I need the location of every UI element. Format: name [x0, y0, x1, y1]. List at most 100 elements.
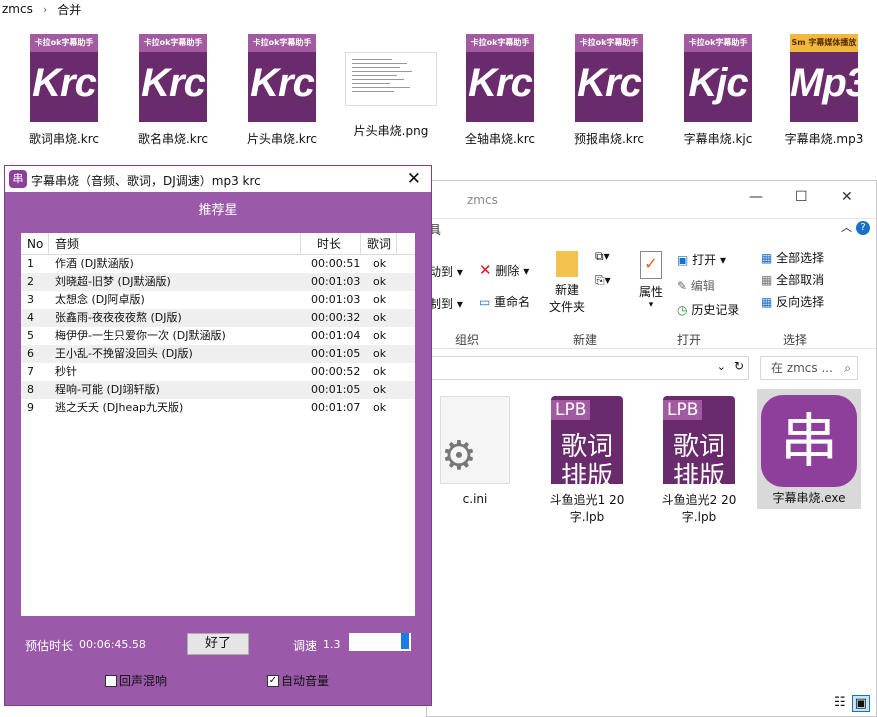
table-row[interactable]: 3 太想念 (DJ阿卓版) 00:01:03 ok — [21, 291, 415, 309]
cell-lyr: ok — [373, 293, 387, 306]
copy-to-button[interactable]: 制到 ▾ — [429, 295, 463, 312]
new-item-icon[interactable]: ⧉▾ — [595, 249, 610, 264]
checkbox-box[interactable] — [105, 674, 117, 687]
checkbox-box[interactable]: ✓ — [267, 674, 279, 687]
table-row[interactable]: 2 刘晓超-旧梦 (DJ默涵版) 00:01:03 ok — [21, 273, 415, 291]
address-bar[interactable]: ⌄ ↻ — [427, 356, 749, 380]
table-row[interactable]: 4 张鑫雨-夜夜夜夜熬 (DJ版) 00:00:32 ok — [21, 309, 415, 327]
krc-file-icon: 卡拉ok字幕助手 Krc — [466, 34, 534, 122]
breadcrumb: zmcs › 合并 — [0, 0, 81, 18]
easy-access-icon[interactable]: ⎘▾ — [595, 273, 611, 288]
breadcrumb-zmcs[interactable]: zmcs — [2, 2, 33, 16]
cell-dur: 00:01:05 — [311, 383, 361, 396]
select-none-icon: ▦ — [761, 273, 773, 287]
cell-no: 8 — [27, 383, 34, 396]
krc-file-icon: 卡拉ok字幕助手 Krc — [248, 34, 316, 122]
table-row[interactable]: 9 逃之夭夭 (DJheap九天版) 00:01:07 ok — [21, 399, 415, 417]
search-input[interactable]: 在 zmcs ... ⌕ — [760, 356, 858, 380]
select-all-icon: ▦ — [761, 251, 773, 265]
file-item-selected[interactable]: 串 字幕串烧.exe — [757, 389, 861, 509]
table-row[interactable]: 6 王小乱-不挽留没回头 (DJ版) 00:01:05 ok — [21, 345, 415, 363]
chevron-up-icon[interactable]: ︿ — [841, 219, 852, 235]
cell-lyr: ok — [373, 275, 387, 288]
lpb-file-icon: LPB 歌词 排版 — [551, 396, 623, 492]
krc-file-icon: 卡拉ok字幕助手 Krc — [139, 34, 207, 122]
cell-no: 6 — [27, 347, 34, 360]
open-button[interactable]: ▣ 打开 ▾ — [677, 251, 726, 268]
explorer-window: zmcs — ☐ ✕ 具 ︿ ? 动到 ▾ 制到 ▾ ✕ 删除 ▾ ▭ 重命名 … — [426, 180, 877, 717]
cell-no: 7 — [27, 365, 34, 378]
file-item[interactable]: ⚙ c.ini — [423, 396, 527, 506]
large-icons-view-icon[interactable]: ▣ — [851, 695, 870, 712]
refresh-icon[interactable]: ↻ — [734, 359, 744, 373]
view-toggles: ☷ ▣ — [834, 695, 870, 712]
dialog-title: 字幕串烧（音频、歌词，DJ调速）mp3 krc — [31, 174, 261, 188]
column-no[interactable]: No — [21, 233, 49, 254]
file-item[interactable]: LPB 歌词 排版 斗鱼追光2 20字.lpb — [647, 396, 751, 526]
dialog-header: 推荐星 — [198, 203, 238, 218]
kjc-file-icon: 卡拉ok字幕助手 Kjc — [684, 34, 752, 122]
properties-button[interactable]: ✓ 属性 ▾ — [639, 251, 663, 310]
song-list[interactable]: No 音频 时长 歌词 1 作酒 (DJ默涵版) 00:00:51 ok 2 刘晓超-旧梦… — [21, 233, 415, 616]
cell-lyr: ok — [373, 383, 387, 396]
close-icon[interactable]: ✕ — [407, 169, 421, 189]
file-label: 字幕串烧.kjc — [683, 132, 753, 146]
ok-button[interactable]: 好了 — [187, 633, 249, 655]
slider-thumb[interactable] — [401, 633, 409, 649]
file-item[interactable]: 卡拉ok字幕助手 Krc 歌名串烧.krc — [121, 34, 225, 147]
column-lyrics[interactable]: 歌词 — [361, 233, 397, 254]
dropdown-icon[interactable]: ⌄ — [717, 360, 726, 373]
breadcrumb-chevron-icon: › — [42, 2, 48, 16]
table-row[interactable]: 8 程响-可能 (DJ翊轩版) 00:01:05 ok — [21, 381, 415, 399]
close-icon[interactable]: ✕ — [841, 189, 853, 205]
cell-name: 张鑫雨-夜夜夜夜熬 (DJ版) — [55, 311, 182, 324]
rename-button[interactable]: ▭ 重命名 — [479, 293, 530, 310]
file-item[interactable]: 卡拉ok字幕助手 Krc 预报串烧.krc — [557, 34, 661, 147]
cell-lyr: ok — [373, 257, 387, 270]
details-view-icon[interactable]: ☷ — [834, 695, 846, 712]
file-item[interactable]: 卡拉ok字幕助手 Krc 片头串烧.krc — [230, 34, 334, 147]
file-label: c.ini — [462, 492, 488, 506]
breadcrumb-merge[interactable]: 合并 — [57, 1, 81, 18]
cell-dur: 00:01:03 — [311, 293, 361, 306]
table-row[interactable]: 1 作酒 (DJ默涵版) 00:00:51 ok — [21, 255, 415, 273]
file-item[interactable]: 卡拉ok字幕助手 Krc 歌词串烧.krc — [12, 34, 116, 147]
cell-lyr: ok — [373, 365, 387, 378]
invert-selection-button[interactable]: ▦ 反向选择 — [761, 293, 824, 310]
history-icon: ◷ — [677, 303, 688, 317]
mp3-file-icon: Sm 字幕媒体播放Mp3 — [790, 34, 858, 122]
edit-button[interactable]: ✎ 编辑 — [677, 277, 715, 294]
help-icon[interactable]: ? — [856, 221, 870, 235]
table-row[interactable]: 5 梅伊伊-一生只爱你一次 (DJ默涵版) 00:01:04 ok — [21, 327, 415, 345]
file-item[interactable]: 卡拉ok字幕助手 Krc 全轴串烧.krc — [448, 34, 552, 147]
echo-checkbox[interactable]: 回声混响 — [105, 672, 167, 689]
file-item[interactable]: LPB 歌词 排版 斗鱼追光1 20字.lpb — [535, 396, 639, 526]
file-item[interactable]: Sm 字幕媒体播放Mp3 字幕串烧.mp3 — [772, 34, 876, 147]
list-header: No 音频 时长 歌词 — [21, 233, 415, 255]
auto-volume-checkbox[interactable]: ✓ 自动音量 — [267, 672, 329, 689]
select-none-button[interactable]: ▦ 全部取消 — [761, 271, 824, 288]
cell-dur: 00:01:03 — [311, 275, 361, 288]
column-audio[interactable]: 音频 — [49, 233, 301, 254]
explorer-titlebar: zmcs — ☐ ✕ — [427, 181, 876, 219]
cell-dur: 00:00:51 — [311, 257, 361, 270]
minimize-icon[interactable]: — — [749, 189, 763, 205]
move-to-button[interactable]: 动到 ▾ — [429, 263, 463, 280]
top-file-list: 卡拉ok字幕助手 Krc 歌词串烧.krc 卡拉ok字幕助手 Krc 歌名串烧.kr… — [0, 34, 877, 154]
cell-name: 作酒 (DJ默涵版) — [55, 257, 134, 270]
list-body: 1 作酒 (DJ默涵版) 00:00:51 ok 2 刘晓超-旧梦 (DJ默涵版) 00:0… — [21, 255, 415, 417]
history-button[interactable]: ◷ 历史记录 — [677, 301, 739, 318]
invert-selection-icon: ▦ — [761, 295, 773, 309]
file-item[interactable]: 片头串烧.png — [339, 34, 443, 139]
table-row[interactable]: 7 秒针 00:00:52 ok — [21, 363, 415, 381]
select-all-button[interactable]: ▦ 全部选择 — [761, 249, 824, 266]
file-label: 预报串烧.krc — [573, 132, 645, 146]
column-duration[interactable]: 时长 — [301, 233, 361, 254]
cell-no: 5 — [27, 329, 34, 342]
speed-slider[interactable] — [349, 633, 411, 651]
file-item[interactable]: 卡拉ok字幕助手 Kjc 字幕串烧.kjc — [666, 34, 770, 147]
new-folder-button[interactable]: 新建 文件夹 — [549, 251, 585, 315]
group-open: 打开 — [677, 333, 702, 347]
maximize-icon[interactable]: ☐ — [795, 189, 808, 205]
delete-button[interactable]: ✕ 删除 ▾ — [479, 261, 529, 279]
